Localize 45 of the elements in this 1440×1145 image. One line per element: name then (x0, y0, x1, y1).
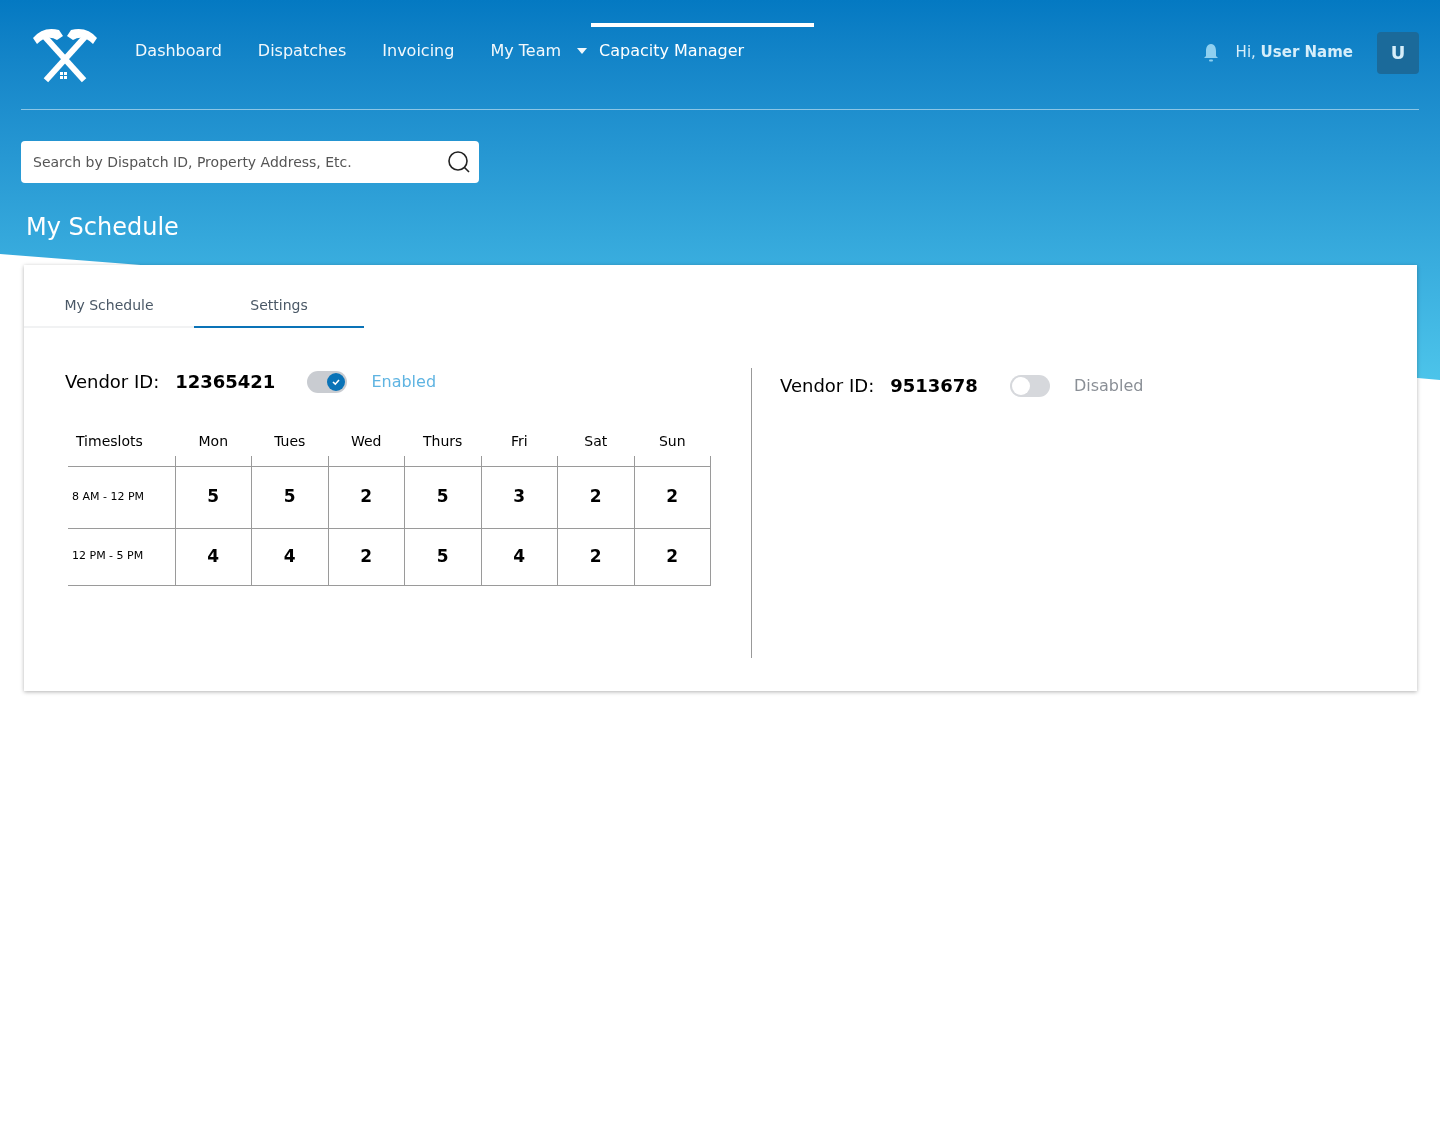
vendor-id-label: Vendor ID: (780, 374, 875, 398)
capacity-cell[interactable]: 4 (251, 528, 328, 585)
capacity-cell[interactable]: 4 (481, 528, 558, 585)
capacity-cell[interactable]: 2 (328, 528, 405, 585)
capacity-cell[interactable]: 5 (175, 466, 252, 528)
toggle-status: Enabled (371, 370, 437, 393)
capacity-cell[interactable]: 2 (634, 528, 711, 585)
column-header: Sat (584, 433, 608, 449)
toggle-switch[interactable] (307, 370, 348, 393)
capacity-cell[interactable]: 4 (175, 528, 252, 585)
search-icon[interactable] (447, 150, 471, 174)
nav-link[interactable]: My Team (490, 38, 564, 71)
capacity-cell[interactable]: 2 (634, 466, 711, 528)
tab[interactable]: Settings (194, 285, 364, 328)
capacity-cell[interactable]: 2 (557, 528, 634, 585)
vendor-id-label: Vendor ID: (65, 370, 160, 394)
tab[interactable]: My Schedule (24, 285, 194, 328)
capacity-cell[interactable]: 3 (481, 466, 558, 528)
timeslot-label: 12 PM - 5 PM (72, 549, 144, 563)
nav-link[interactable]: Capacity Manager (599, 38, 745, 71)
search-field[interactable]: Search by Dispatch ID, Property Address, Etc. (21, 141, 479, 183)
vendor-id: 9513678 (890, 374, 978, 398)
column-header: Mon (198, 433, 228, 449)
caret-icon (577, 47, 588, 54)
capacity-cell[interactable]: 5 (404, 528, 481, 585)
capacity-cell[interactable]: 5 (251, 466, 328, 528)
user-greeting: Hi, User Name (1235, 42, 1353, 64)
column-header: Timeslots (76, 433, 143, 449)
nav-link[interactable]: Invoicing (382, 38, 455, 71)
capacity-cell[interactable]: 5 (404, 466, 481, 528)
column-header: Sun (658, 433, 686, 449)
capacity-cell[interactable]: 2 (557, 466, 634, 528)
capacity-cell[interactable]: 2 (328, 466, 405, 528)
nav-link[interactable]: Dispatches (257, 38, 347, 71)
user-avatar[interactable]: U (1377, 31, 1419, 74)
column-header: Wed (351, 433, 382, 449)
toggle-switch[interactable] (1009, 374, 1050, 397)
vendor-id: 12365421 (175, 370, 276, 394)
column-header: Thurs (423, 433, 463, 449)
page-title: My Schedule (26, 212, 180, 243)
column-header: Fri (510, 433, 528, 449)
toggle-status: Disabled (1073, 374, 1144, 397)
column-header: Tues (274, 433, 306, 449)
timeslot-label: 8 AM - 12 PM (72, 489, 145, 503)
nav-link[interactable]: Dashboard (135, 38, 222, 71)
